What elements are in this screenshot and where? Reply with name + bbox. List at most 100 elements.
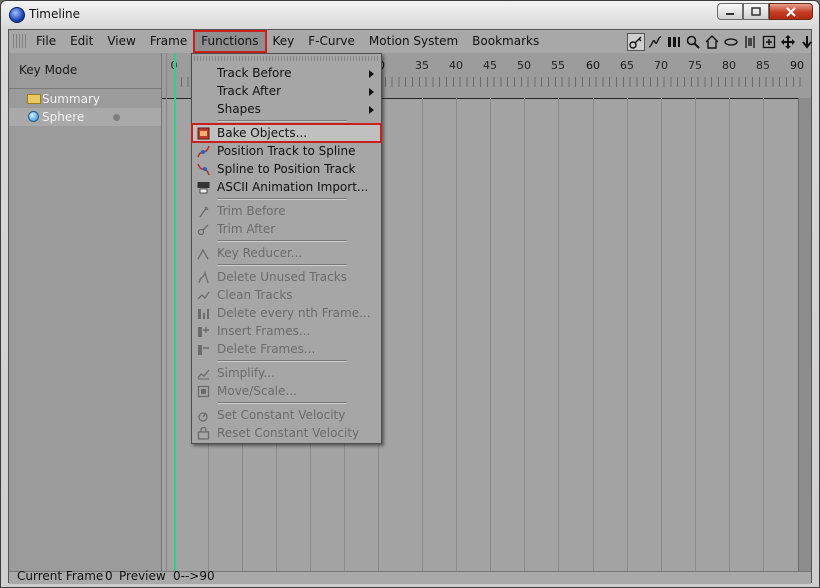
menu-item-key-reducer[interactable]: Key Reducer... xyxy=(192,244,381,262)
menu-item-label: Simplify... xyxy=(217,366,275,380)
minimize-button[interactable] xyxy=(717,3,743,20)
close-icon xyxy=(786,6,796,17)
menu-item-simplify[interactable]: Simplify... xyxy=(192,364,381,382)
menu-items: File Edit View Frame Functions Key F-Cur… xyxy=(29,30,546,53)
menu-item-delete-every-nth-frame[interactable]: Delete every nth Frame... xyxy=(192,304,381,322)
tree-item-label: Sphere xyxy=(42,110,85,124)
submenu-arrow-icon xyxy=(369,70,374,78)
window-title: Timeline xyxy=(29,7,81,21)
window-controls xyxy=(717,3,813,21)
menu-file[interactable]: File xyxy=(29,31,63,52)
title-bar[interactable]: Timeline xyxy=(1,1,819,29)
timeline-window: Timeline File Edit View Frame Functions … xyxy=(0,0,820,588)
menu-item-label: Trim After xyxy=(217,222,276,236)
delete-nth-icon xyxy=(196,306,210,320)
grid-line xyxy=(593,98,594,571)
ascii-import-icon xyxy=(196,180,210,194)
delete-frames-icon xyxy=(196,342,210,356)
track-dot-icon xyxy=(113,114,120,121)
menu-item-clean-tracks[interactable]: Clean Tracks xyxy=(192,286,381,304)
key-mode-icon[interactable] xyxy=(627,32,645,51)
grid-line xyxy=(763,98,764,571)
folder-icon xyxy=(27,94,41,104)
menu-item-label: Move/Scale... xyxy=(217,384,297,398)
cinema4d-app-icon xyxy=(9,7,25,23)
ruler-label: 85 xyxy=(756,59,770,72)
minimize-icon xyxy=(726,12,734,15)
current-frame-value: 0 xyxy=(105,569,113,583)
status-bar: Current Frame 0 Preview 0-->90 xyxy=(9,569,811,584)
preview-label: Preview xyxy=(119,569,166,583)
key-reducer-icon xyxy=(196,246,210,260)
grid-line xyxy=(695,98,696,571)
motion-mode-icon[interactable] xyxy=(665,33,683,51)
menu-frame[interactable]: Frame xyxy=(143,31,194,52)
playhead[interactable] xyxy=(174,53,176,571)
menu-item-trim-after[interactable]: Trim After xyxy=(192,220,381,238)
menu-item-label: Set Constant Velocity xyxy=(217,408,346,422)
menu-item-delete-frames[interactable]: Delete Frames... xyxy=(192,340,381,358)
grid-line xyxy=(729,98,730,571)
menu-item-insert-frames[interactable]: Insert Frames... xyxy=(192,322,381,340)
maximize-button[interactable] xyxy=(743,3,769,20)
ruler-label: 50 xyxy=(517,59,531,72)
trim-after-icon xyxy=(196,222,210,236)
menu-item-label: Clean Tracks xyxy=(217,288,293,302)
ruler-label: 75 xyxy=(688,59,702,72)
vertical-scrollbar[interactable] xyxy=(798,98,811,571)
menu-key[interactable]: Key xyxy=(266,31,302,52)
close-button[interactable] xyxy=(769,3,813,20)
menu-functions[interactable]: Functions xyxy=(193,30,267,53)
grid-line xyxy=(422,98,423,571)
menu-item-delete-unused-tracks[interactable]: Delete Unused Tracks xyxy=(192,268,381,286)
trim-before-icon xyxy=(196,204,210,218)
menu-item-spline-to-position-track[interactable]: Spline to Position Track xyxy=(192,160,381,178)
menu-item-trim-before[interactable]: Trim Before xyxy=(192,202,381,220)
track-to-spline-icon xyxy=(196,144,210,158)
grid-line xyxy=(627,98,628,571)
menu-fcurve[interactable]: F-Curve xyxy=(301,31,362,52)
menu-edit[interactable]: Edit xyxy=(63,31,100,52)
sphere-object-icon xyxy=(28,111,39,122)
menu-item-label: Reset Constant Velocity xyxy=(217,426,360,440)
menu-tearoff-grip[interactable] xyxy=(194,56,379,61)
frame-icon[interactable] xyxy=(760,33,778,51)
menu-item-bake-objects[interactable]: Bake Objects... xyxy=(191,123,382,143)
menu-separator xyxy=(217,360,347,362)
menu-view[interactable]: View xyxy=(100,31,142,52)
menu-separator xyxy=(217,264,347,266)
velocity-icon xyxy=(196,408,210,422)
menu-motion-system[interactable]: Motion System xyxy=(362,31,465,52)
maximize-icon xyxy=(751,6,761,16)
range-icon[interactable] xyxy=(741,33,759,51)
menu-item-reset-constant-velocity[interactable]: Reset Constant Velocity xyxy=(192,424,381,442)
preview-range-value: 0-->90 xyxy=(173,569,215,583)
menu-bookmarks[interactable]: Bookmarks xyxy=(465,31,546,52)
menu-item-label: Shapes xyxy=(217,102,261,116)
menu-item-track-after[interactable]: Track After xyxy=(192,82,381,100)
home-icon[interactable] xyxy=(703,33,721,51)
menu-item-position-track-to-spline[interactable]: Position Track to Spline xyxy=(192,142,381,160)
tree-item-sphere[interactable]: Sphere xyxy=(9,108,161,126)
pan-icon[interactable] xyxy=(779,33,797,51)
menu-item-label: Position Track to Spline xyxy=(217,144,356,158)
fit-icon[interactable] xyxy=(722,33,740,51)
menu-item-ascii-animation-import[interactable]: ASCII Animation Import... xyxy=(192,178,381,196)
tree-item-summary[interactable]: Summary xyxy=(9,90,161,108)
current-frame-label: Current Frame xyxy=(17,569,104,583)
menu-item-move-scale[interactable]: Move/Scale... xyxy=(192,382,381,400)
move-scale-icon xyxy=(196,384,210,398)
zoom-icon[interactable] xyxy=(684,33,702,51)
grid-line xyxy=(490,98,491,571)
menu-item-label: Delete Unused Tracks xyxy=(217,270,347,284)
track-border-line xyxy=(166,53,167,571)
grid-line xyxy=(661,98,662,571)
menu-item-set-constant-velocity[interactable]: Set Constant Velocity xyxy=(192,406,381,424)
menu-grip-icon[interactable] xyxy=(13,34,26,48)
menu-item-track-before[interactable]: Track Before xyxy=(192,64,381,82)
menu-item-shapes[interactable]: Shapes xyxy=(192,100,381,118)
menu-item-label: Key Reducer... xyxy=(217,246,303,260)
scroll-down-icon[interactable] xyxy=(798,33,816,51)
menu-item-label: Insert Frames... xyxy=(217,324,311,338)
f-curve-mode-icon[interactable] xyxy=(646,33,664,51)
